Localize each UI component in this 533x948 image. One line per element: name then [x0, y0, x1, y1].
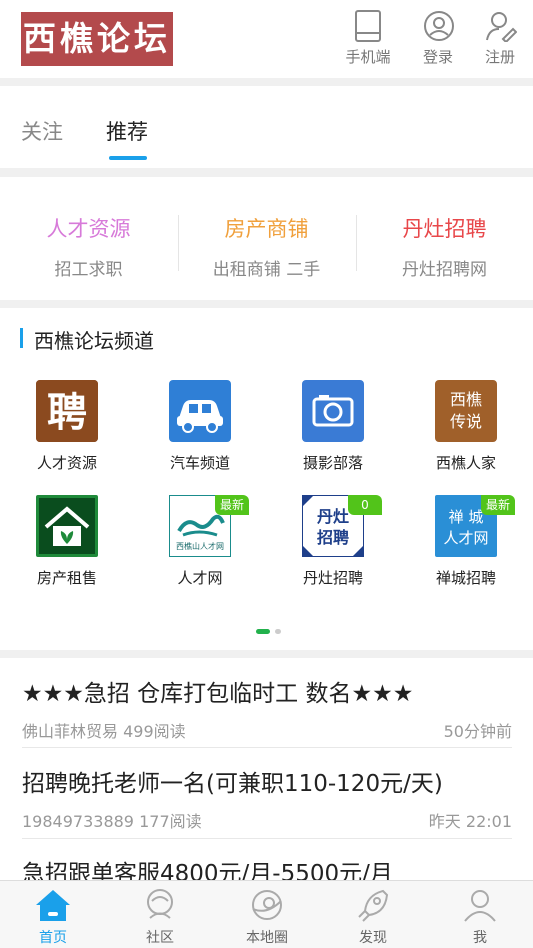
community-icon	[147, 889, 173, 919]
quick-link-talent[interactable]: 人才资源 招工求职	[0, 213, 177, 280]
quick-link-subtitle: 丹灶招聘网	[402, 260, 487, 280]
danzao-hire-icon: 丹灶 招聘 0	[301, 494, 382, 558]
svg-text:西樵山人才网: 西樵山人才网	[176, 541, 224, 551]
svg-text:西樵: 西樵	[450, 390, 482, 409]
nav-label: 社区	[146, 930, 174, 946]
svg-text:招聘: 招聘	[317, 528, 349, 547]
channel-name: 禅城招聘	[435, 569, 496, 587]
svg-text:丹灶: 丹灶	[317, 507, 349, 526]
hire-icon-glyph: 聘	[47, 390, 87, 436]
mobile-label: 手机端	[345, 48, 391, 66]
quick-link-property[interactable]: 房产商铺 出租商铺 二手	[178, 213, 355, 280]
tab-recommend[interactable]: 推荐	[106, 116, 148, 146]
nav-discover[interactable]: 发现	[333, 885, 413, 947]
post-time: 昨天 22:01	[428, 812, 512, 831]
post-reads: 177阅读	[139, 812, 202, 831]
nav-label: 我	[473, 930, 487, 946]
svg-text:人才网: 人才网	[443, 529, 488, 547]
xiqiao-talent-logo-icon: 西樵山人才网 最新	[168, 494, 249, 558]
nav-local[interactable]: 本地圈	[227, 885, 307, 947]
channel-housing[interactable]: 房产租售	[17, 495, 117, 588]
bottom-nav: 首页 社区 本地圈 发现 我	[0, 880, 533, 948]
channel-danzao[interactable]: 丹灶 招聘 0 丹灶招聘	[283, 494, 383, 588]
svg-text:传说: 传说	[450, 412, 482, 431]
nav-profile[interactable]: 我	[440, 885, 520, 947]
channel-name: 房产租售	[36, 569, 97, 587]
list-item[interactable]: 急招跟单客服4800元/月-5500元/月	[22, 854, 512, 880]
new-badge: 最新	[215, 495, 249, 515]
channel-name: 人才网	[177, 569, 223, 587]
chancheng-hire-icon: 禅 城 人才网 最新	[435, 495, 515, 557]
post-meta: 19849733889 177阅读 昨天 22:01	[22, 808, 512, 831]
camera-icon	[302, 380, 364, 442]
home-icon	[36, 890, 70, 921]
svg-text:禅 城: 禅 城	[449, 508, 484, 526]
nav-home[interactable]: 首页	[13, 885, 93, 947]
quick-link-subtitle: 出租商铺 二手	[212, 260, 321, 280]
post-list: ★★★急招 仓库打包临时工 数名★★★ 佛山菲林贸易 499阅读 50分钟前 招…	[0, 658, 533, 880]
channel-talent[interactable]: 聘 人才资源	[17, 380, 117, 473]
count-badge: 0	[348, 495, 382, 515]
channel-photo[interactable]: 摄影部落	[283, 380, 383, 473]
nav-community[interactable]: 社区	[120, 885, 200, 947]
user-edit-icon	[486, 12, 517, 42]
list-item[interactable]: 招聘晚托老师一名(可兼职110-120元/天) 19849733889 177阅…	[22, 764, 512, 831]
site-logo[interactable]: 西樵论坛	[21, 12, 173, 66]
quick-link-danzao[interactable]: 丹灶招聘 丹灶招聘网	[356, 213, 533, 280]
mobile-button[interactable]: 手机端	[338, 10, 398, 70]
login-button[interactable]: 登录	[408, 10, 468, 70]
quick-link-subtitle: 招工求职	[54, 260, 123, 280]
nav-label: 首页	[39, 930, 67, 946]
page-dot-active[interactable]	[256, 629, 270, 634]
post-title: 急招跟单客服4800元/月-5500元/月	[22, 861, 393, 880]
car-icon	[169, 380, 231, 442]
section-title: 西樵论坛频道	[34, 329, 154, 353]
page-dot[interactable]	[275, 629, 281, 634]
channel-talent-net[interactable]: 西樵山人才网 最新 人才网	[150, 494, 250, 588]
login-label: 登录	[422, 48, 453, 66]
house-icon	[36, 495, 98, 557]
channel-name: 人才资源	[36, 454, 97, 472]
quick-link-title: 房产商铺	[224, 217, 309, 241]
profile-icon	[464, 890, 496, 922]
divider	[22, 747, 512, 748]
quick-links: 人才资源 招工求职 房产商铺 出租商铺 二手 丹灶招聘 丹灶招聘网	[0, 177, 533, 300]
post-time: 50分钟前	[443, 722, 512, 741]
active-tab-indicator	[109, 156, 147, 160]
list-item[interactable]: ★★★急招 仓库打包临时工 数名★★★ 佛山菲林贸易 499阅读 50分钟前	[22, 674, 512, 741]
new-badge: 最新	[481, 495, 515, 515]
xiqiao-legend-icon: 西樵 传说	[435, 380, 497, 442]
top-header: 西樵论坛 手机端 登录 注册	[0, 0, 533, 78]
user-circle-icon	[424, 11, 454, 41]
channel-xiqiao-family[interactable]: 西樵 传说 西樵人家	[416, 380, 516, 473]
tablet-icon	[355, 10, 381, 42]
channel-name: 汽车频道	[169, 454, 230, 472]
quick-link-title: 丹灶招聘	[402, 217, 487, 241]
channels-section: 西樵论坛频道 聘 人才资源 汽车频道 摄影部落 西樵 传说 西樵人家 房产租售 …	[0, 308, 533, 650]
post-title: ★★★急招 仓库打包临时工 数名★★★	[22, 681, 414, 707]
post-meta: 佛山菲林贸易 499阅读 50分钟前	[22, 718, 512, 741]
post-title: 招聘晚托老师一名(可兼职110-120元/天)	[22, 771, 443, 797]
nav-label: 本地圈	[246, 930, 288, 946]
quick-link-title: 人才资源	[46, 217, 131, 241]
rocket-icon	[358, 889, 389, 922]
section-marker	[20, 328, 23, 348]
divider	[22, 838, 512, 839]
tab-follow[interactable]: 关注	[21, 116, 63, 146]
register-label: 注册	[484, 48, 515, 66]
channel-name: 摄影部落	[302, 454, 363, 472]
local-circle-icon	[252, 890, 282, 920]
hire-icon: 聘	[36, 380, 98, 442]
nav-label: 发现	[359, 930, 387, 946]
channel-car[interactable]: 汽车频道	[150, 380, 250, 473]
post-reads: 499阅读	[123, 722, 186, 741]
post-author: 佛山菲林贸易	[22, 722, 119, 741]
post-author: 19849733889	[22, 812, 134, 831]
channel-name: 西樵人家	[435, 454, 496, 472]
channel-name: 丹灶招聘	[302, 569, 363, 587]
register-button[interactable]: 注册	[470, 10, 530, 70]
channel-chancheng[interactable]: 禅 城 人才网 最新 禅城招聘	[416, 495, 516, 588]
feed-tabs: 关注 推荐	[0, 86, 533, 168]
